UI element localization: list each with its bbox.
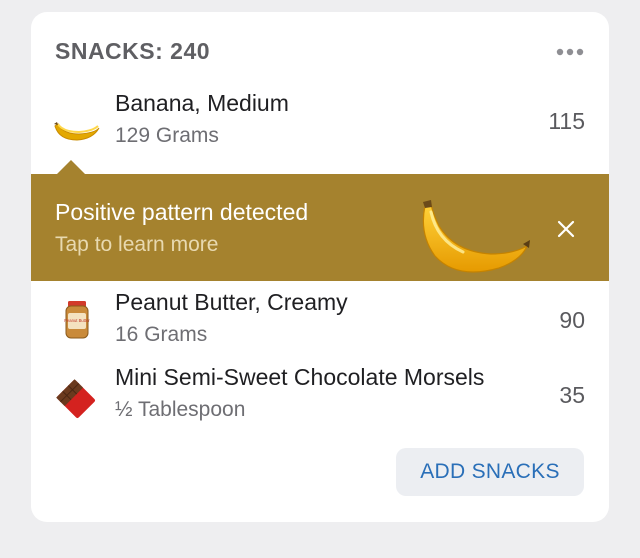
food-amount: 16 Grams	[115, 323, 208, 346]
snacks-header: SNACKS: 240	[55, 38, 585, 68]
more-options-button[interactable]	[555, 44, 585, 60]
food-row-peanut-butter[interactable]: Peanut Butter Peanut Butter, Creamy 16 G…	[31, 289, 609, 357]
banner-notch	[57, 160, 85, 174]
food-amount: 129 Grams	[115, 124, 219, 147]
banana-illustration	[422, 200, 530, 273]
banana-icon	[54, 122, 100, 141]
food-calories: 35	[559, 382, 585, 408]
banner-close-button[interactable]	[553, 216, 579, 242]
snacks-title: SNACKS: 240	[55, 38, 211, 64]
snacks-card: SNACKS: 240 Banana, Medium 129 Grams 115…	[31, 12, 609, 522]
food-row-chocolate[interactable]: Mini Semi-Sweet Chocolate Morsels ½ Tabl…	[31, 364, 609, 432]
pattern-banner[interactable]: Positive pattern detected Tap to learn m…	[31, 160, 609, 281]
food-calories: 90	[559, 307, 585, 333]
food-name: Banana, Medium	[115, 90, 289, 116]
food-amount: ½ Tablespoon	[115, 398, 246, 421]
peanut-butter-jar-icon: Peanut Butter	[64, 301, 90, 339]
jar-label-text: Peanut Butter	[64, 318, 90, 323]
banner-subtitle: Tap to learn more	[55, 233, 219, 256]
close-icon	[557, 220, 575, 238]
banner-title: Positive pattern detected	[55, 199, 309, 225]
more-dots-icon	[556, 48, 584, 56]
add-snacks-button[interactable]: ADD SNACKS	[396, 448, 584, 496]
food-row-banana[interactable]: Banana, Medium 129 Grams 115	[31, 90, 609, 158]
food-name: Peanut Butter, Creamy	[115, 289, 348, 315]
food-name: Mini Semi-Sweet Chocolate Morsels	[115, 364, 485, 390]
chocolate-bar-icon	[56, 379, 95, 418]
food-calories: 115	[548, 108, 585, 134]
